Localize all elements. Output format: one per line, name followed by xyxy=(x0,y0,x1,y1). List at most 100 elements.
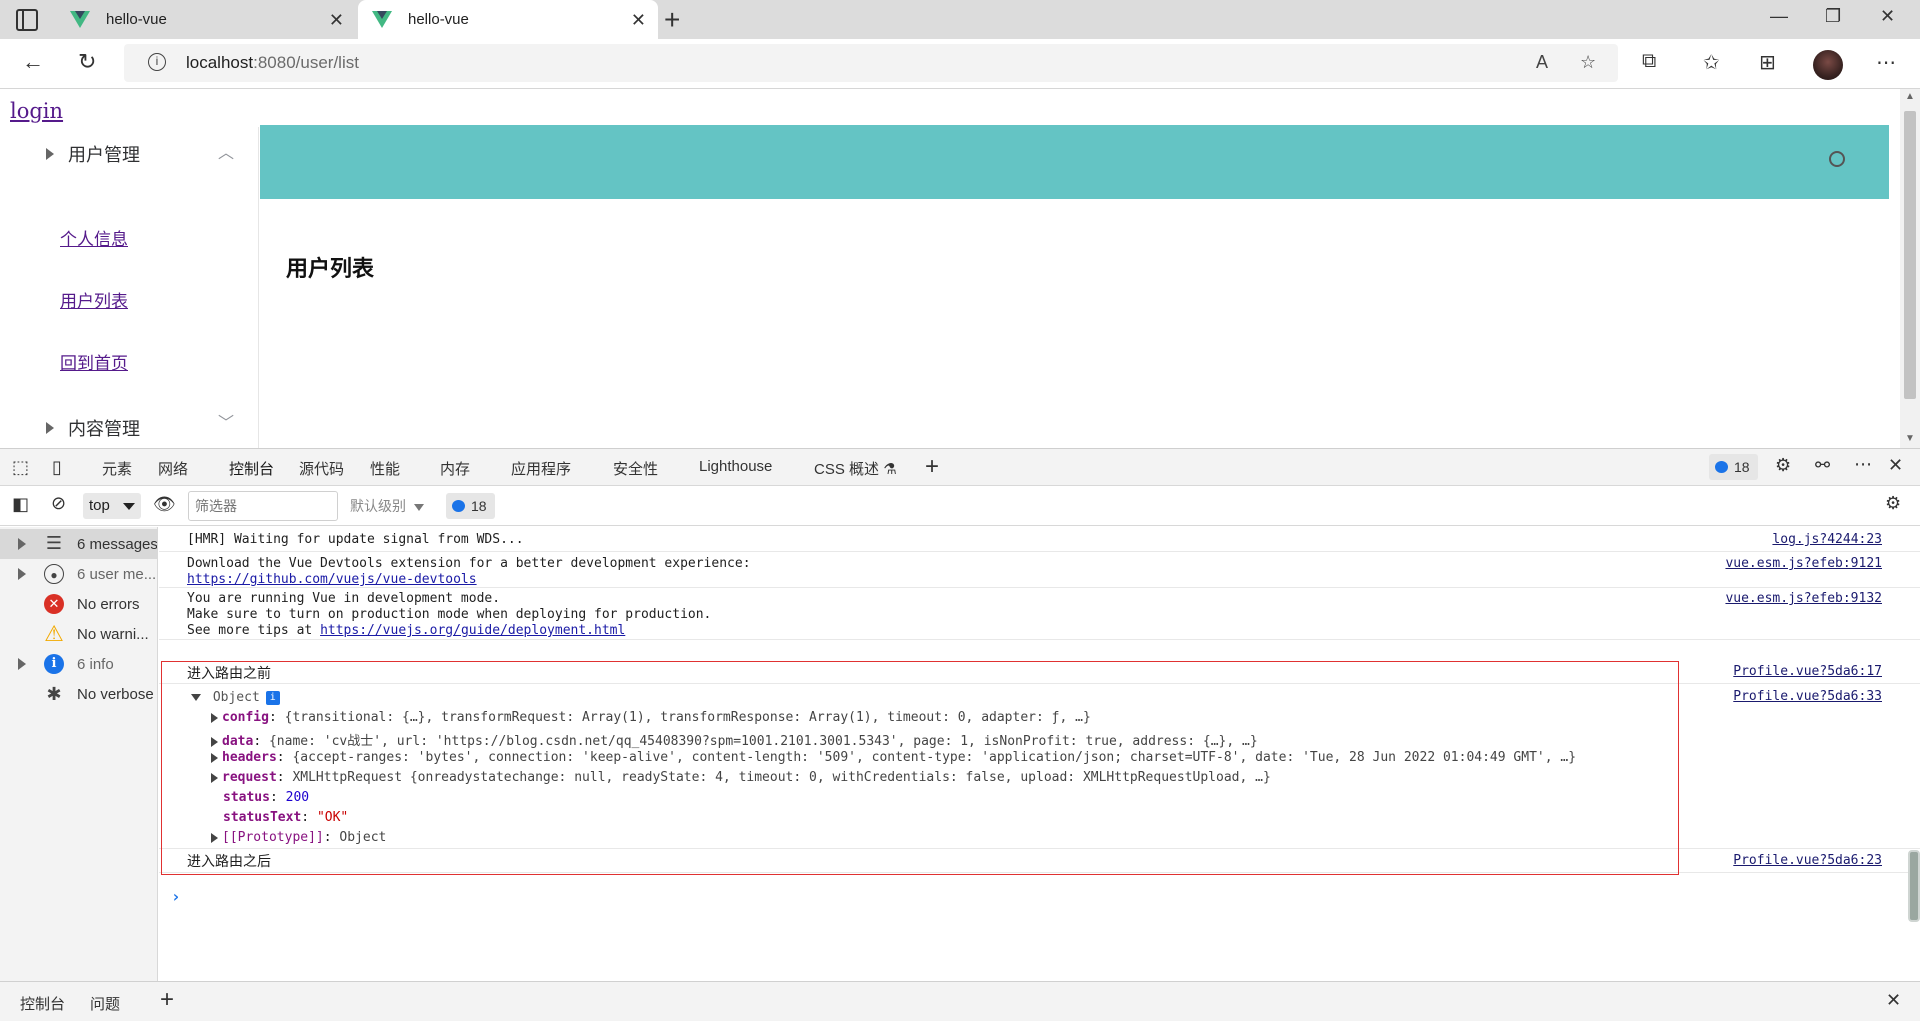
tab-sources[interactable]: 源代码 xyxy=(299,458,344,479)
menu-item-home[interactable]: 回到首页 xyxy=(60,349,128,374)
favorites-icon[interactable]: ✩ xyxy=(1703,50,1720,75)
add-drawer-tab-icon[interactable]: + xyxy=(160,986,174,1014)
live-expression-eye-icon[interactable]: 👁 xyxy=(153,494,176,515)
close-devtools-icon[interactable]: ✕ xyxy=(1888,455,1903,476)
back-icon[interactable]: ← xyxy=(22,49,44,75)
expand-triangle-icon[interactable] xyxy=(18,538,26,550)
tab-title: hello-vue xyxy=(106,11,167,28)
context-selector[interactable]: top xyxy=(83,493,141,519)
chevron-down-icon[interactable]: ﹀ xyxy=(218,409,234,433)
more-options-icon[interactable]: ⋯ xyxy=(1854,454,1872,475)
browser-tab-1[interactable]: hello-vue ✕ xyxy=(56,0,356,39)
source-link[interactable]: Profile.vue?5da6:17 xyxy=(1733,664,1882,679)
close-tab-icon[interactable]: ✕ xyxy=(329,10,344,31)
more-menu-icon[interactable]: ⋯ xyxy=(1876,50,1896,75)
console-message: You are running Vue in development mode.… xyxy=(159,588,1920,640)
customize-icon[interactable]: ⚯ xyxy=(1815,455,1830,476)
drawer-tab-issues[interactable]: 问题 xyxy=(90,993,120,1014)
source-link[interactable]: log.js?4244:23 xyxy=(1772,532,1882,547)
devtools-tabbar: ⬚ ▯ 元素 网络 控制台 源代码 性能 内存 应用程序 安全性 Lightho… xyxy=(0,448,1920,490)
more-tabs-plus-icon[interactable]: + xyxy=(925,453,939,481)
window-close-icon[interactable]: ✕ xyxy=(1880,6,1895,27)
login-link[interactable]: login xyxy=(10,99,63,123)
expand-triangle-icon xyxy=(46,422,54,434)
console-output: [HMR] Waiting for update signal from WDS… xyxy=(159,527,1920,981)
tab-actions-icon[interactable] xyxy=(16,9,38,31)
close-tab-icon[interactable]: ✕ xyxy=(631,10,646,31)
scroll-up-icon[interactable]: ▲ xyxy=(1905,91,1915,102)
highlight-box xyxy=(161,661,1679,875)
profile-avatar[interactable] xyxy=(1813,50,1843,80)
source-link[interactable]: Profile.vue?5da6:23 xyxy=(1733,853,1882,868)
sidebar-warnings[interactable]: ⚠ No warni... xyxy=(0,619,158,649)
message-bubble-icon xyxy=(1715,461,1728,473)
drawer-tab-console[interactable]: 控制台 xyxy=(20,993,65,1014)
page-scrollbar[interactable]: ▲ ▼ xyxy=(1900,89,1920,448)
tab-application[interactable]: 应用程序 xyxy=(511,458,571,479)
collections-icon[interactable]: ⊞ xyxy=(1759,50,1776,75)
scroll-down-icon[interactable]: ▼ xyxy=(1905,433,1915,444)
minimize-icon[interactable]: — xyxy=(1770,6,1788,27)
info-icon: i xyxy=(44,654,64,674)
sidebar-info[interactable]: i 6 info xyxy=(0,649,158,679)
source-link[interactable]: vue.esm.js?efeb:9132 xyxy=(1725,591,1882,606)
console-prompt-input[interactable]: › xyxy=(171,887,181,906)
tab-memory[interactable]: 内存 xyxy=(440,458,470,479)
console-sidebar: ☰ 6 messages ● 6 user me... ✕ No errors … xyxy=(0,527,158,981)
expand-triangle-icon[interactable] xyxy=(18,658,26,670)
messages-badge[interactable]: 18 xyxy=(1709,454,1758,480)
source-link[interactable]: vue.esm.js?efeb:9121 xyxy=(1725,556,1882,571)
chevron-up-icon[interactable]: ︿ xyxy=(218,139,234,163)
restore-icon[interactable]: ❐ xyxy=(1825,6,1841,27)
tab-network[interactable]: 网络 xyxy=(158,458,188,479)
close-drawer-icon[interactable]: ✕ xyxy=(1886,990,1901,1011)
error-icon: ✕ xyxy=(44,594,64,614)
sidebar-toggle-icon[interactable]: ◧ xyxy=(12,494,29,515)
extensions-icon[interactable]: ⧉ xyxy=(1642,50,1656,73)
tab-title: hello-vue xyxy=(408,11,469,28)
site-info-icon[interactable]: i xyxy=(148,53,166,71)
deployment-link[interactable]: https://vuejs.org/guide/deployment.html xyxy=(320,623,625,638)
tab-lighthouse[interactable]: Lighthouse xyxy=(699,458,772,475)
sidebar-user-messages[interactable]: ● 6 user me... xyxy=(0,559,158,589)
add-favorite-icon[interactable]: ☆ xyxy=(1580,52,1596,73)
expand-triangle-icon[interactable] xyxy=(18,568,26,580)
console-message: [HMR] Waiting for update signal from WDS… xyxy=(159,527,1920,552)
issues-badge[interactable]: 18 xyxy=(446,493,495,519)
console-settings-icon[interactable]: ⚙ xyxy=(1885,493,1901,514)
scrollbar-thumb[interactable] xyxy=(1904,111,1916,399)
address-bar[interactable]: i localhost:8080/user/list A ☆ xyxy=(124,44,1618,82)
tab-performance[interactable]: 性能 xyxy=(370,458,400,479)
inspect-element-icon[interactable]: ⬚ xyxy=(12,457,29,478)
menu-content-management[interactable]: 内容管理 xyxy=(46,415,140,441)
browser-tab-2-active[interactable]: hello-vue ✕ xyxy=(358,0,658,39)
gear-icon[interactable] xyxy=(1829,151,1845,167)
source-link[interactable]: Profile.vue?5da6:33 xyxy=(1733,689,1882,704)
read-aloud-icon[interactable]: A xyxy=(1536,52,1548,73)
sidebar-verbose[interactable]: ✱ No verbose xyxy=(0,679,158,709)
menu-item-user-list[interactable]: 用户列表 xyxy=(60,287,128,312)
tab-elements[interactable]: 元素 xyxy=(102,458,132,479)
sidebar-messages[interactable]: ☰ 6 messages xyxy=(0,529,158,559)
clear-console-icon[interactable]: ⊘ xyxy=(51,493,66,514)
vue-favicon-icon xyxy=(70,10,90,29)
url-text[interactable]: localhost:8080/user/list xyxy=(186,53,359,73)
page-header xyxy=(260,125,1889,199)
address-toolbar: ← ↻ i localhost:8080/user/list A ☆ xyxy=(0,39,1920,89)
menu-user-management[interactable]: 用户管理 xyxy=(46,141,140,167)
menu-item-profile[interactable]: 个人信息 xyxy=(60,225,128,250)
expand-triangle-icon xyxy=(46,148,54,160)
minimap-scroll-handle[interactable] xyxy=(1908,850,1920,922)
device-emulation-icon[interactable]: ▯ xyxy=(52,457,62,478)
message-bubble-icon xyxy=(452,500,465,512)
filter-input[interactable] xyxy=(188,491,338,521)
devtools-link[interactable]: https://github.com/vuejs/vue-devtools xyxy=(187,572,477,587)
log-level-dropdown[interactable]: 默认级别 xyxy=(350,496,424,516)
sidebar-errors[interactable]: ✕ No errors xyxy=(0,589,158,619)
new-tab-icon[interactable]: + xyxy=(664,4,680,36)
tab-css-overview[interactable]: CSS 概述 ⚗ xyxy=(814,458,897,479)
tab-security[interactable]: 安全性 xyxy=(613,458,658,479)
settings-gear-icon[interactable]: ⚙ xyxy=(1775,455,1791,476)
tab-console[interactable]: 控制台 xyxy=(220,458,283,490)
refresh-icon[interactable]: ↻ xyxy=(78,49,96,75)
